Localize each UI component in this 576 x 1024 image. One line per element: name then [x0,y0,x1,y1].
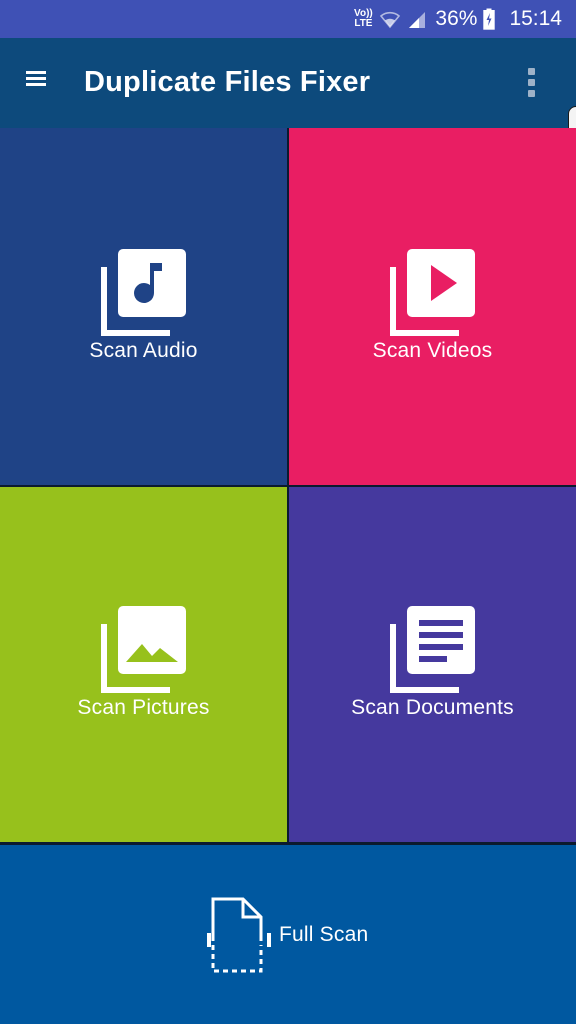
scan-documents-tile[interactable]: Scan Documents [289,487,576,842]
signal-icon [409,12,426,28]
scan-document-icon [207,897,271,973]
wifi-icon [380,11,401,29]
battery-percent: 36% [435,7,478,30]
full-scan-button[interactable]: Full Scan [0,845,576,1024]
scan-documents-label: Scan Documents [351,696,514,719]
clock: 15:14 [509,7,562,30]
document-library-icon [390,606,475,693]
scan-pictures-label: Scan Pictures [77,696,210,719]
battery-charging-icon [483,8,496,30]
scan-pictures-tile[interactable]: Scan Pictures [0,487,287,842]
scan-videos-label: Scan Videos [372,339,493,362]
scan-audio-label: Scan Audio [89,339,198,362]
video-library-icon [390,249,475,336]
network-badge-bottom: LTE [354,18,373,29]
app-title: Duplicate Files Fixer [84,66,371,98]
hamburger-menu-icon[interactable] [22,68,54,100]
scan-videos-tile[interactable]: Scan Videos [289,128,576,485]
scan-audio-tile[interactable]: Scan Audio [0,128,287,485]
photo-library-icon [101,606,186,693]
more-vert-icon[interactable] [518,64,544,104]
app-bar: Duplicate Files Fixer [0,38,576,128]
status-bar: Vo)) LTE 36% 15:14 [0,0,576,38]
volte-icon: Vo)) LTE [353,9,373,29]
audio-library-icon [101,249,186,336]
full-scan-label: Full Scan [279,923,369,946]
